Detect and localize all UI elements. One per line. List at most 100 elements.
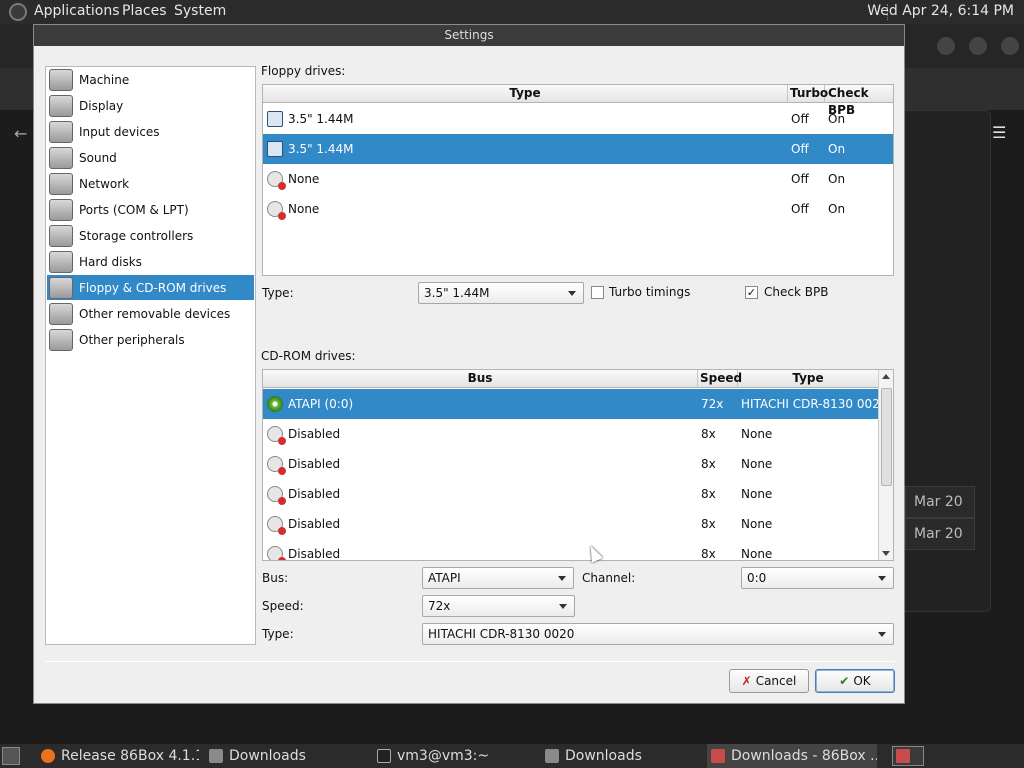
cancel-x-icon: ✗ (741, 674, 752, 688)
menu-system[interactable]: System (174, 3, 226, 19)
floppy-type-label: Type: (262, 286, 294, 300)
task-86box[interactable]: Downloads - 86Box ... (707, 744, 877, 768)
no-drive-icon (267, 456, 286, 475)
table-row[interactable]: None Off On (263, 164, 893, 194)
col-header-bus[interactable]: Bus (263, 370, 698, 388)
scroll-up-arrow-icon[interactable] (882, 374, 890, 379)
nav-item-removable-devices[interactable]: Other removable devices (47, 301, 254, 326)
nav-item-network[interactable]: Network (47, 171, 254, 196)
window-minimize-icon[interactable] (937, 37, 955, 55)
machine-icon (49, 68, 73, 91)
floppy-icon (267, 141, 283, 157)
clock[interactable]: Wed Apr 24, 6:14 PM (867, 3, 1014, 19)
check-bpb-checkbox[interactable]: ✓ (745, 286, 758, 299)
cancel-button[interactable]: ✗ Cancel (729, 669, 809, 693)
cdrom-icon (267, 396, 283, 412)
chevron-down-icon (559, 604, 567, 609)
floppy-icon (267, 111, 283, 127)
cdrom-type-label: Type: (262, 627, 294, 641)
nav-item-peripherals[interactable]: Other peripherals (47, 327, 254, 352)
task-firefox[interactable]: Release 86Box 4.1.1 ... (37, 744, 199, 768)
col-header-speed[interactable]: Speed (698, 370, 742, 388)
hard-disks-icon (49, 250, 73, 273)
settings-nav: Machine Display Input devices Sound Netw… (45, 66, 256, 645)
table-row[interactable]: Disabled 8x None (263, 479, 878, 509)
task-downloads-1[interactable]: Downloads (205, 744, 365, 768)
folder-icon (545, 749, 559, 763)
task-downloads-2[interactable]: Downloads (541, 744, 701, 768)
taskbar: Release 86Box 4.1.1 ... Downloads vm3@vm… (0, 744, 1024, 768)
speed-label: Speed: (262, 599, 304, 613)
table-row[interactable]: Disabled 8x None (263, 449, 878, 479)
nav-item-hard-disks[interactable]: Hard disks (47, 249, 254, 274)
floppy-cdrom-icon (49, 276, 73, 299)
table-row[interactable]: Disabled 8x None (263, 419, 878, 449)
col-header-type[interactable]: Type (738, 370, 878, 388)
channel-label: Channel: (582, 571, 636, 585)
nav-item-input-devices[interactable]: Input devices (47, 119, 254, 144)
floppy-table-header: Type Turbo Check BPB (263, 85, 893, 117)
chevron-down-icon (558, 576, 566, 581)
floppy-table: Type Turbo Check BPB 3.5" 1.44M Off On 3… (262, 84, 894, 276)
cdrom-type-select[interactable]: HITACHI CDR-8130 0020 (422, 623, 894, 645)
cdrom-scrollbar[interactable] (878, 370, 893, 560)
floppy-type-select[interactable]: 3.5" 1.44M (418, 282, 584, 304)
turbo-timings-label: Turbo timings (609, 285, 691, 299)
chevron-down-icon (568, 291, 576, 296)
nav-item-storage-controllers[interactable]: Storage controllers (47, 223, 254, 248)
floppy-section-label: Floppy drives: (261, 64, 346, 78)
nav-item-floppy-cdrom[interactable]: Floppy & CD-ROM drives (47, 275, 254, 300)
back-arrow-icon[interactable]: ← (14, 124, 27, 143)
table-row[interactable]: Disabled 8x None (263, 509, 878, 539)
workspace-switcher[interactable] (892, 746, 924, 766)
channel-select[interactable]: 0:0 (741, 567, 894, 589)
show-desktop-icon[interactable] (2, 747, 20, 765)
no-drive-icon (267, 426, 286, 445)
scrollbar-thumb[interactable] (881, 388, 892, 486)
terminal-icon (377, 749, 391, 763)
table-row[interactable]: ATAPI (0:0) 72x HITACHI CDR-8130 0020 (263, 389, 887, 419)
table-row[interactable]: None Off On (263, 194, 893, 224)
window-maximize-icon[interactable] (969, 37, 987, 55)
task-terminal[interactable]: vm3@vm3:~ (373, 744, 533, 768)
date-chip[interactable]: Mar 20 (905, 486, 975, 518)
input-devices-icon (49, 120, 73, 143)
ok-button[interactable]: ✔ OK (815, 669, 895, 693)
check-bpb-label: Check BPB (764, 285, 829, 299)
menu-places[interactable]: Places (122, 3, 167, 19)
window-close-icon[interactable] (1001, 37, 1019, 55)
cdrom-table-header: Bus Speed Type (263, 370, 878, 388)
col-header-type[interactable]: Type (263, 85, 788, 103)
no-drive-icon (267, 201, 286, 220)
storage-controllers-icon (49, 224, 73, 247)
dialog-title[interactable]: Settings (34, 25, 904, 46)
date-chip[interactable]: Mar 20 (905, 518, 975, 550)
no-drive-icon (267, 516, 286, 535)
chevron-down-icon (878, 576, 886, 581)
turbo-timings-checkbox[interactable] (591, 286, 604, 299)
ports-icon (49, 198, 73, 221)
speed-select[interactable]: 72x (422, 595, 575, 617)
hamburger-menu-icon[interactable]: ☰ (992, 123, 1006, 142)
scroll-down-arrow-icon[interactable] (882, 551, 890, 556)
removable-devices-icon (49, 302, 73, 325)
menu-applications[interactable]: Applications (34, 3, 120, 19)
table-row[interactable]: 3.5" 1.44M Off On (263, 104, 893, 134)
nav-item-ports[interactable]: Ports (COM & LPT) (47, 197, 254, 222)
chevron-down-icon (878, 632, 886, 637)
86box-icon (896, 749, 910, 763)
bus-select[interactable]: ATAPI (422, 567, 574, 589)
col-header-turbo[interactable]: Turbo (788, 85, 828, 103)
mate-logo-icon[interactable] (9, 3, 27, 21)
nav-item-sound[interactable]: Sound (47, 145, 254, 170)
folder-icon (209, 749, 223, 763)
table-row[interactable]: Disabled 8x None (263, 539, 878, 560)
cdrom-table: Bus Speed Type ATAPI (0:0) 72x HITACHI C… (262, 369, 894, 561)
nav-item-display[interactable]: Display (47, 93, 254, 118)
no-drive-icon (267, 171, 286, 190)
table-row[interactable]: 3.5" 1.44M Off On (263, 134, 893, 164)
network-icon (49, 172, 73, 195)
nav-item-machine[interactable]: Machine (47, 67, 254, 92)
col-header-check-bpb[interactable]: Check BPB (825, 85, 893, 117)
firefox-icon (41, 749, 55, 763)
